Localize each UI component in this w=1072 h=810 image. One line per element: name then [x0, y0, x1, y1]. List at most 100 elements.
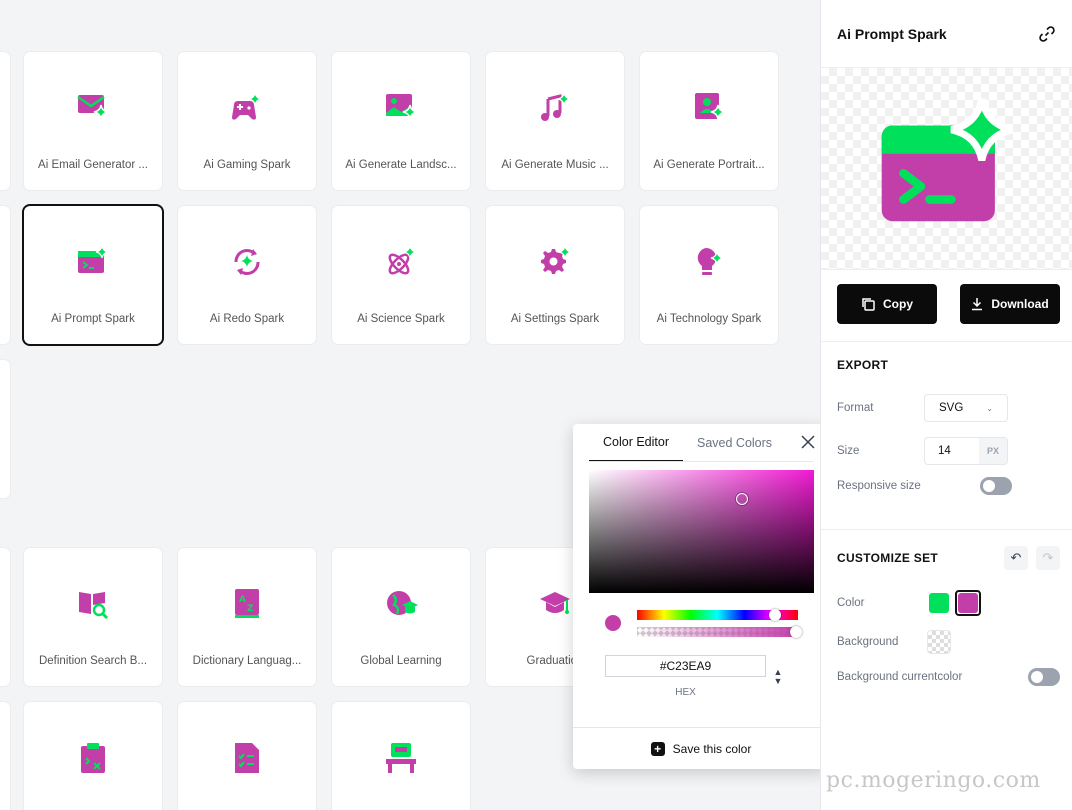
customize-header: CUSTOMIZE SET ↶ ↷	[837, 546, 1060, 570]
icon-card-label: Ai Prompt Spark	[51, 313, 135, 325]
size-input[interactable]: 14 PX	[924, 437, 1008, 465]
redo-button[interactable]: ↷	[1036, 546, 1060, 570]
portrait-spark-icon	[695, 93, 726, 120]
icon-card-partial[interactable]	[0, 360, 10, 498]
science-spark-icon	[388, 245, 417, 275]
gamepad-spark-icon	[232, 92, 262, 120]
hex-mode-toggle-icon[interactable]: ▲ ▼	[773, 668, 783, 686]
customize-section: CUSTOMIZE SET ↶ ↷ Color Background Backg…	[821, 530, 1072, 686]
primary-color-swatch[interactable]	[929, 593, 949, 613]
icon-card-gaming-spark[interactable]: Ai Gaming Spark	[178, 52, 316, 190]
size-unit: PX	[979, 438, 1007, 464]
definition-search-icon	[79, 592, 109, 620]
icon-card-label: Ai Email Generator ...	[38, 159, 148, 171]
undo-button[interactable]: ↶	[1004, 546, 1028, 570]
hex-input[interactable]: #C23EA9	[605, 655, 766, 677]
prompt-spark-icon	[78, 245, 109, 273]
background-swatch[interactable]	[927, 630, 951, 654]
technology-spark-icon	[697, 248, 724, 275]
icon-card-settings-spark[interactable]: Ai Settings Spark	[486, 206, 624, 344]
icon-card-partial[interactable]	[0, 206, 10, 344]
download-icon	[972, 298, 983, 311]
icon-card-label: Ai Generate Music ...	[501, 159, 609, 171]
copy-button[interactable]: Copy	[837, 284, 937, 324]
download-label: Download	[991, 297, 1049, 311]
email-spark-icon	[77, 95, 109, 120]
panel-title: Ai Prompt Spark	[837, 25, 947, 42]
landscape-spark-icon	[386, 94, 418, 120]
svg-text:Z: Z	[247, 604, 254, 614]
icon-card-generate-portrait[interactable]: Ai Generate Portrait...	[640, 52, 778, 190]
hex-label: HEX	[675, 687, 696, 698]
icon-card-redo-spark[interactable]: Ai Redo Spark	[178, 206, 316, 344]
format-select[interactable]: SVG ⌄	[924, 394, 1008, 422]
icon-detail-panel: Ai Prompt Spark Copy Download EXPORT For…	[820, 0, 1072, 810]
bg-currentcolor-row: Background currentcolor	[837, 668, 1060, 686]
icon-card-partial[interactable]	[0, 702, 10, 810]
action-buttons: Copy Download	[821, 270, 1072, 342]
secondary-color-swatch[interactable]	[955, 590, 981, 616]
link-icon[interactable]	[1038, 25, 1056, 43]
icon-card-label: Ai Gaming Spark	[203, 159, 291, 171]
format-row: Format SVG ⌄	[837, 394, 1056, 422]
dictionary-icon: A Z	[235, 589, 259, 618]
icon-card-science-spark[interactable]: Ai Science Spark	[332, 206, 470, 344]
global-learning-icon	[387, 591, 418, 615]
icon-card-desk-computer[interactable]	[332, 702, 470, 810]
icon-card-label: Ai Technology Spark	[656, 313, 762, 325]
size-label: Size	[837, 445, 860, 457]
alpha-slider-knob[interactable]	[790, 626, 802, 638]
chevron-down-icon: ⌄	[986, 403, 993, 413]
icon-card-technology-spark[interactable]: Ai Technology Spark	[640, 206, 778, 344]
color-preview-dot	[605, 615, 621, 631]
clipboard-icon	[81, 743, 105, 773]
redo-spark-icon	[234, 249, 260, 275]
icon-card-partial[interactable]	[0, 548, 10, 686]
icon-card-global-learning[interactable]: Global Learning	[332, 548, 470, 686]
saturation-value-picker[interactable]	[589, 470, 814, 593]
icon-card-clipboard[interactable]	[24, 702, 162, 810]
icon-card-generate-music[interactable]: Ai Generate Music ...	[486, 52, 624, 190]
size-value: 14	[938, 445, 951, 457]
icon-card-dictionary-language[interactable]: A Z Dictionary Languag...	[178, 548, 316, 686]
icon-card-checklist-file[interactable]	[178, 702, 316, 810]
alpha-slider[interactable]	[637, 627, 798, 637]
icon-card-label: Ai Generate Portrait...	[653, 159, 765, 171]
panel-header: Ai Prompt Spark	[821, 0, 1072, 68]
icon-card-label: Definition Search B...	[38, 655, 148, 667]
bg-currentcolor-toggle[interactable]	[1028, 668, 1060, 686]
icon-card-email-generator[interactable]: Ai Email Generator ...	[24, 52, 162, 190]
save-color-button[interactable]: + Save this color	[573, 727, 829, 769]
icon-card-label: Ai Settings Spark	[510, 313, 600, 325]
responsive-toggle[interactable]	[980, 477, 1012, 495]
tab-color-editor[interactable]: Color Editor	[589, 424, 683, 462]
download-button[interactable]: Download	[960, 284, 1060, 324]
icon-card-label: Ai Generate Landsc...	[345, 159, 457, 171]
watermark-text: pc.mogeringo.com	[826, 768, 1041, 793]
icon-card-label: Global Learning	[360, 655, 442, 667]
bg-currentcolor-label: Background currentcolor	[837, 671, 963, 683]
export-section: EXPORT Format SVG ⌄ Size 14 PX Responsiv…	[821, 342, 1072, 530]
prompt-spark-icon	[881, 97, 1013, 221]
save-color-label: Save this color	[672, 741, 752, 756]
color-editor-tabs: Color Editor Saved Colors	[589, 424, 786, 462]
customize-title: CUSTOMIZE SET	[837, 551, 939, 565]
secondary-color-fill	[958, 593, 978, 613]
color-row: Color	[837, 590, 1056, 616]
icon-card-label: Ai Redo Spark	[209, 313, 285, 325]
saturation-handle[interactable]	[736, 493, 748, 505]
tab-saved-colors[interactable]: Saved Colors	[683, 424, 786, 462]
copy-icon	[862, 298, 875, 311]
undo-icon: ↶	[1010, 550, 1022, 565]
color-editor-popup: Color Editor Saved Colors #C23EA9 ▲ ▼ HEX…	[573, 424, 829, 769]
svg-text:A: A	[239, 595, 246, 605]
export-title: EXPORT	[837, 358, 889, 372]
icon-card-partial[interactable]	[0, 52, 10, 190]
close-icon[interactable]	[801, 435, 815, 449]
icon-card-generate-landscape[interactable]: Ai Generate Landsc...	[332, 52, 470, 190]
icon-card-prompt-spark[interactable]: Ai Prompt Spark	[24, 206, 162, 344]
music-spark-icon	[541, 92, 571, 121]
responsive-row: Responsive size	[837, 477, 1056, 495]
icon-card-label: Dictionary Languag...	[192, 655, 302, 667]
icon-card-definition-search[interactable]: Definition Search B...	[24, 548, 162, 686]
